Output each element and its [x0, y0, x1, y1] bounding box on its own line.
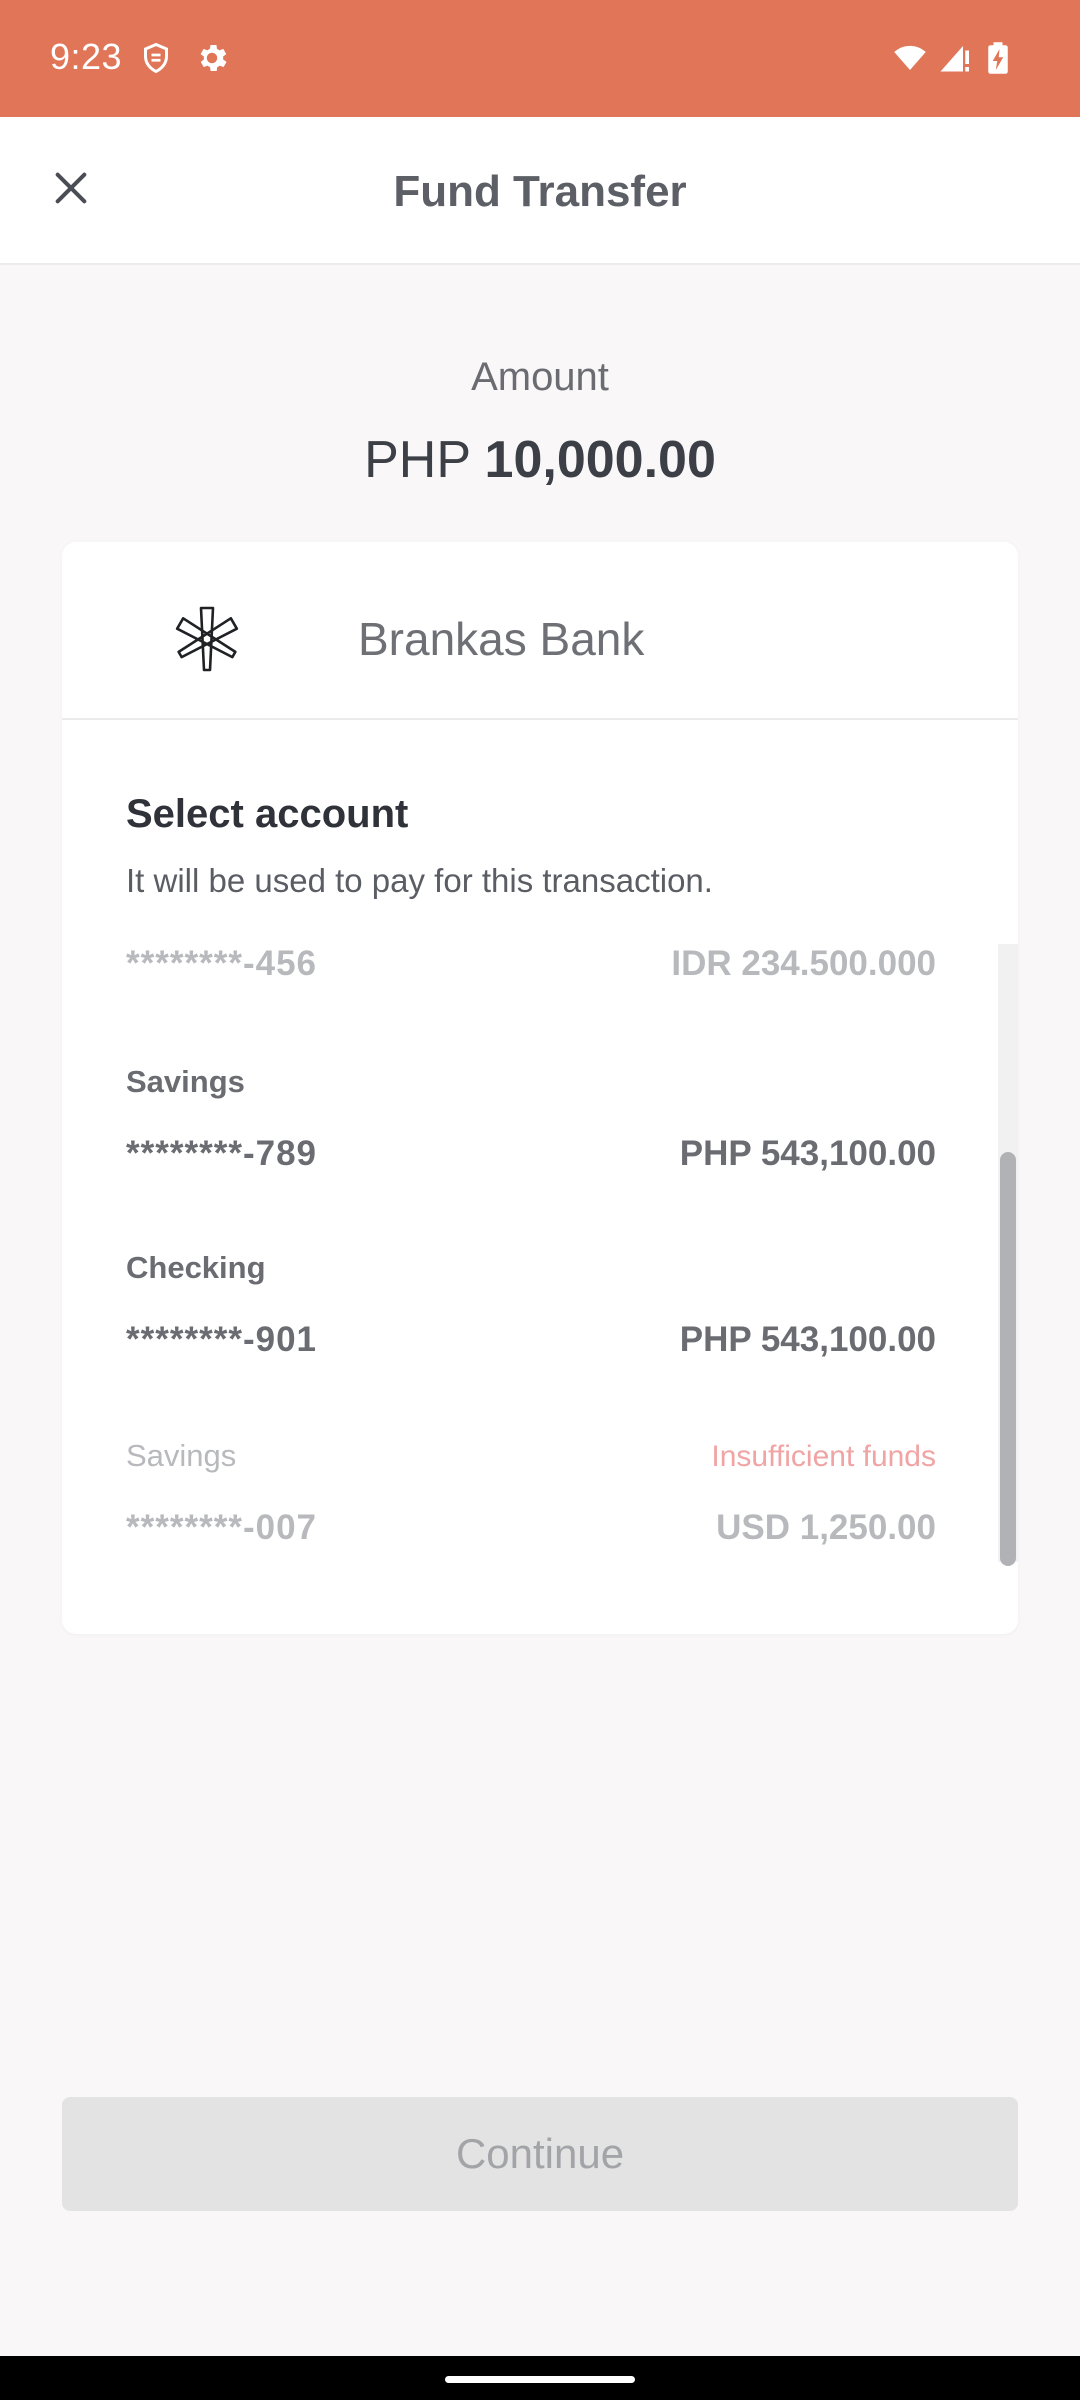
account-number: ********-789: [126, 1134, 318, 1173]
bank-name: Brankas Bank: [358, 613, 645, 665]
status-bar: 9:23: [0, 0, 1080, 117]
account-balance: PHP 543,100.00: [679, 1134, 936, 1173]
cellular-signal-icon: [940, 46, 969, 72]
account-card: Brankas Bank Select account It will be u…: [62, 542, 1018, 1634]
amount-value: PHP 10,000.00: [0, 430, 1080, 490]
account-number: ********-007: [126, 1508, 318, 1547]
amount-number: 10,000.00: [484, 431, 716, 489]
status-time: 9:23: [50, 36, 123, 77]
scrollbar-thumb[interactable]: [1000, 1152, 1016, 1566]
page-title: Fund Transfer: [393, 167, 687, 216]
account-balance: USD 1,250.00: [716, 1508, 936, 1547]
account-item: Savings Insufficient funds ********-007 …: [126, 1438, 936, 1562]
account-type: Savings: [126, 1064, 245, 1099]
continue-button[interactable]: Continue: [62, 2097, 1018, 2211]
account-number: ********-901: [126, 1320, 318, 1359]
gear-icon: [200, 44, 227, 72]
amount-label: Amount: [471, 355, 609, 399]
app-bar: Fund Transfer: [0, 117, 1080, 265]
account-item[interactable]: Checking ********-901 PHP 543,100.00: [126, 1250, 936, 1380]
select-account-subtitle: It will be used to pay for this transact…: [126, 862, 713, 899]
account-item[interactable]: Savings ********-789 PHP 543,100.00: [126, 1064, 936, 1194]
select-account-title: Select account: [126, 792, 409, 836]
account-number: ********-456: [126, 944, 318, 983]
insufficient-funds-label: Insufficient funds: [711, 1440, 936, 1473]
shield-check-icon: [144, 42, 168, 74]
account-type: Checking: [126, 1250, 266, 1285]
account-balance: PHP 543,100.00: [679, 1320, 936, 1359]
account-type: Savings: [126, 1438, 237, 1473]
battery-charging-icon: [988, 42, 1008, 74]
amount-currency: PHP: [364, 431, 471, 489]
account-list[interactable]: ********-456 IDR 234.500.000 Savings ***…: [62, 944, 1018, 1562]
wifi-icon: [894, 45, 926, 70]
navigation-bar: [0, 2356, 1080, 2400]
home-gesture-handle[interactable]: [445, 2376, 635, 2383]
brankas-logo-icon: [175, 606, 239, 672]
account-item: ********-456 IDR 234.500.000: [126, 944, 936, 984]
account-balance: IDR 234.500.000: [671, 944, 936, 983]
bank-header: Brankas Bank: [62, 542, 1018, 720]
